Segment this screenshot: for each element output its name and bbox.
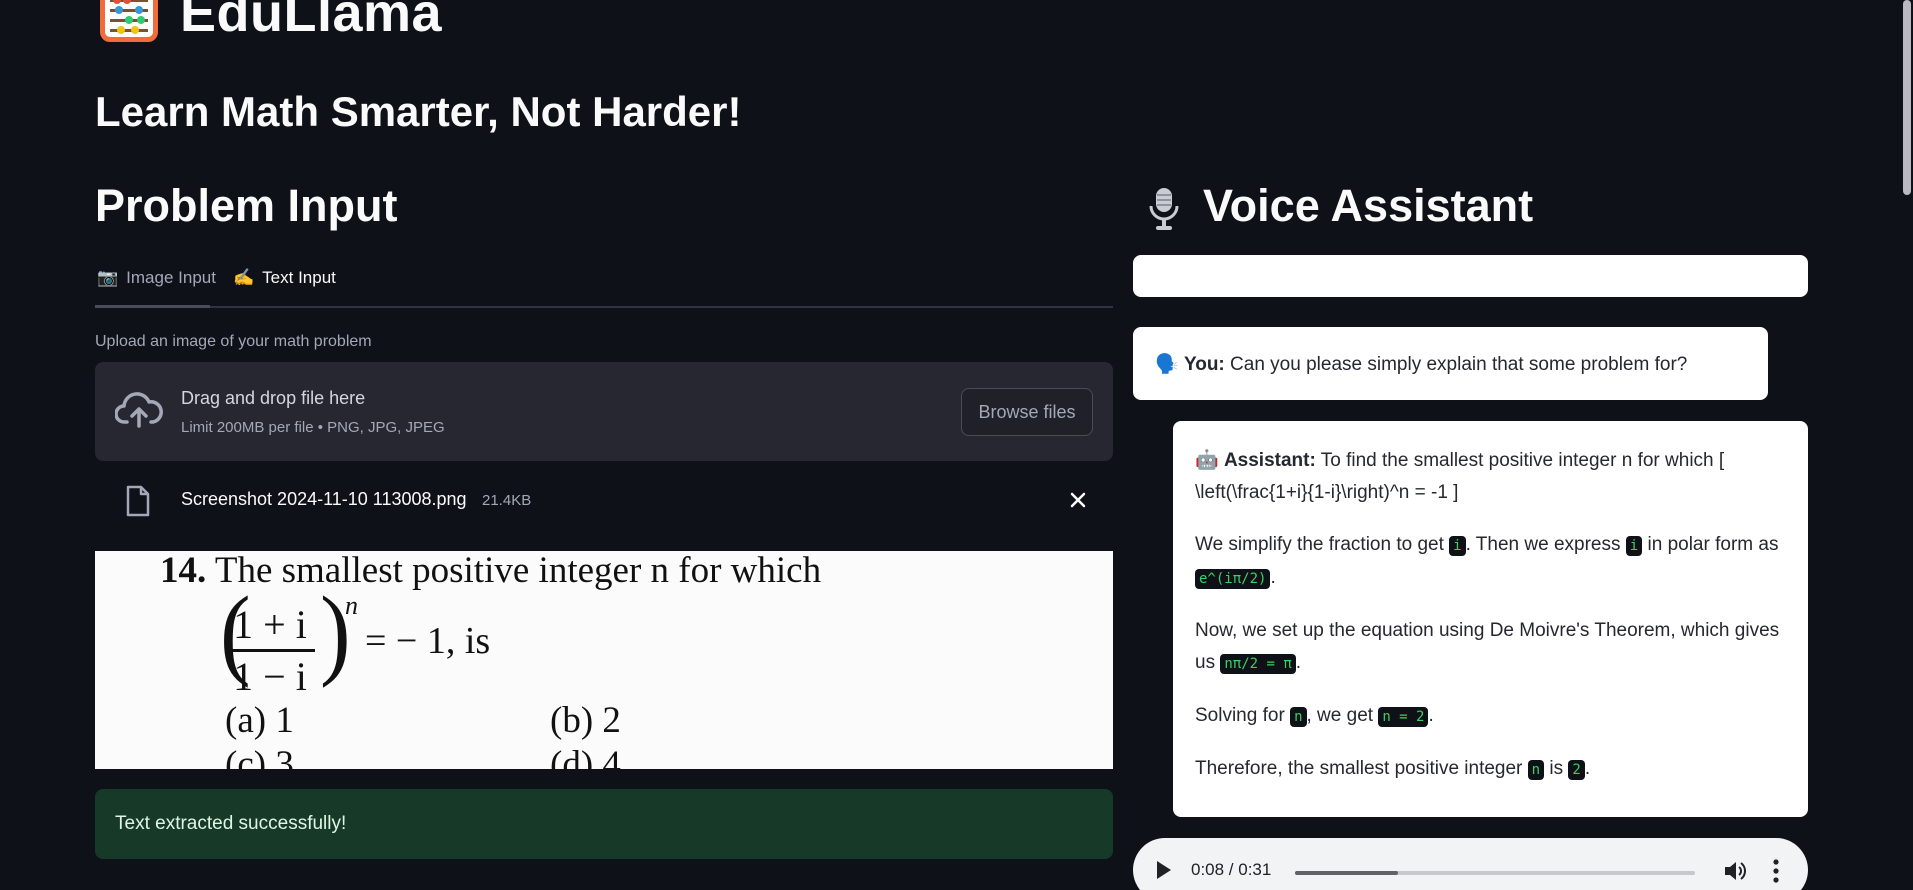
app-title: EduLlama — [180, 0, 443, 43]
problem-exponent: n — [345, 591, 358, 620]
option-c: (c) 3 — [225, 744, 294, 769]
voice-input-field[interactable] — [1133, 255, 1808, 297]
inline-code: e^(iπ/2) — [1195, 569, 1271, 589]
close-icon[interactable] — [1065, 487, 1091, 513]
robot-icon: 🤖 — [1195, 450, 1219, 471]
tab-label: Image Input — [126, 268, 216, 287]
assistant-paragraph: 🤖 Assistant: To find the smallest positi… — [1195, 450, 1725, 503]
inline-code: n — [1527, 760, 1545, 780]
assistant-paragraph: We simplify the fraction to get i. Then … — [1195, 534, 1779, 589]
user-message-text: Can you please simply explain that some … — [1230, 354, 1688, 375]
audio-player: 0:08 / 0:31 — [1133, 838, 1808, 890]
option-a: (a) 1 — [225, 700, 294, 741]
uploaded-file-row: Screenshot 2024-11-10 113008.png 21.4KB — [95, 475, 1113, 525]
file-dropzone[interactable]: Drag and drop file here Limit 200MB per … — [95, 362, 1113, 461]
problem-image: 14. The smallest positive integer n for … — [95, 551, 1113, 769]
file-size: 21.4KB — [482, 492, 532, 509]
voice-assistant-title: Voice Assistant — [1203, 180, 1534, 231]
dropzone-instructions: Drag and drop file here — [181, 388, 366, 408]
assistant-paragraph: Solving for n, we get n = 2. — [1195, 705, 1434, 727]
option-b: (b) 2 — [550, 700, 621, 741]
assistant-paragraph: Therefore, the smallest positive integer… — [1195, 758, 1591, 780]
active-tab-indicator — [95, 305, 210, 308]
problem-equation-tail: = − 1, is — [365, 620, 491, 662]
abacus-icon — [100, 0, 158, 42]
inline-code: i — [1449, 536, 1466, 556]
upload-label: Upload an image of your math problem — [95, 333, 372, 350]
user-speaker-label: You: — [1183, 354, 1225, 375]
audio-time: 0:08 / 0:31 — [1191, 860, 1272, 879]
page-subtitle: Learn Math Smarter, Not Harder! — [95, 88, 742, 135]
camera-icon: 📷 — [97, 268, 119, 287]
user-message-card: 🗣️ You: Can you please simply explain th… — [1133, 327, 1768, 400]
tab-label: Text Input — [262, 268, 336, 287]
problem-question: 14. The smallest positive integer n for … — [160, 551, 822, 591]
speaking-head-icon: 🗣️ — [1155, 354, 1179, 375]
inline-code: n = 2 — [1378, 707, 1429, 727]
writing-hand-icon: ✍️ — [233, 268, 255, 287]
dropzone-limits: Limit 200MB per file • PNG, JPG, JPEG — [181, 419, 445, 436]
inline-code: nπ/2 = π — [1220, 654, 1296, 674]
problem-fraction: 1 + i 1 − i — [225, 601, 315, 700]
tab-image-input[interactable]: 📷 Image Input — [97, 268, 216, 288]
app-header: EduLlama — [100, 0, 442, 44]
inline-code: i — [1625, 536, 1643, 556]
tab-text-input[interactable]: ✍️ Text Input — [233, 268, 336, 288]
audio-progress-bar[interactable] — [1295, 871, 1695, 875]
problem-input-title: Problem Input — [95, 180, 398, 231]
success-message: Text extracted successfully! — [115, 813, 347, 834]
assistant-message-card: 🤖 Assistant: To find the smallest positi… — [1173, 421, 1808, 817]
inline-code: 2 — [1568, 760, 1585, 780]
volume-icon[interactable] — [1723, 860, 1747, 882]
cloud-upload-icon — [115, 392, 163, 428]
browse-files-button[interactable]: Browse files — [961, 388, 1093, 436]
file-icon — [126, 485, 150, 517]
page-scrollbar[interactable] — [1903, 0, 1911, 195]
inline-code: n — [1290, 707, 1307, 727]
file-name: Screenshot 2024-11-10 113008.png — [181, 489, 467, 509]
app-page: EduLlama Learn Math Smarter, Not Harder!… — [0, 0, 1913, 890]
audio-progress-fill — [1295, 871, 1399, 875]
assistant-speaker-label: Assistant: — [1223, 450, 1316, 471]
assistant-paragraph: Now, we set up the equation using De Moi… — [1195, 620, 1780, 674]
option-d: (d) 4 — [550, 744, 621, 769]
more-options-icon[interactable] — [1773, 858, 1779, 884]
input-tabs: 📷 Image Input ✍️ Text Input — [95, 262, 1113, 308]
play-icon[interactable] — [1157, 861, 1171, 879]
microphone-icon — [1149, 188, 1179, 230]
success-alert: Text extracted successfully! — [95, 789, 1113, 859]
